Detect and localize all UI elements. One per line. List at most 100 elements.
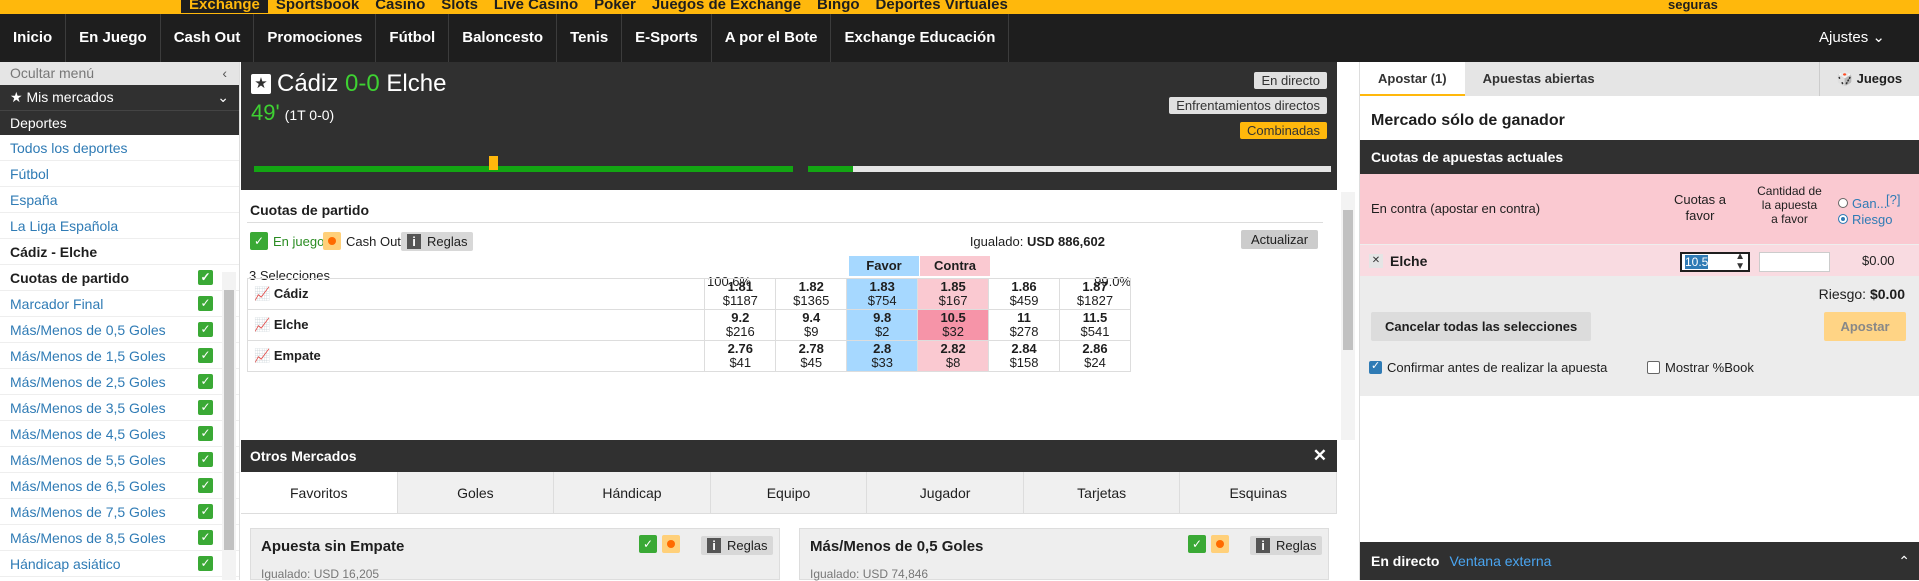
odds-cell[interactable]: 9.4 $9 [775,309,848,341]
nav-inicio[interactable]: Inicio [0,14,67,62]
tab-exchange[interactable]: Exchange [181,0,268,13]
cancel-all-button[interactable]: Cancelar todas las selecciones [1371,312,1592,341]
sidebar-scrollbar[interactable] [222,272,236,580]
help-link[interactable]: [?] [1886,192,1900,207]
lay-odds-cell[interactable]: 1.85 $167 [917,278,990,310]
sidebar-match[interactable]: Cádiz - Elche [0,239,239,265]
tab-place-bet[interactable]: Apostar (1) [1360,62,1465,96]
combos-button[interactable]: Combinadas [1240,122,1327,139]
sidebar-market-item[interactable]: Cuotas de partido ✓ [0,265,239,291]
tab-deportes-virtuales[interactable]: Deportes Virtuales [868,0,1016,13]
stake-input[interactable] [1759,252,1830,272]
nav-esports[interactable]: E-Sports [622,14,712,62]
sidebar-link-todos[interactable]: Todos los deportes [0,135,239,161]
back-odds-cell[interactable]: 1.83 $754 [846,278,919,310]
sidebar-link-espana[interactable]: España [0,187,239,213]
sidebar-market-item[interactable]: Más/Menos de 2,5 Goles ✓ [0,369,239,395]
tab-favoritos[interactable]: Favoritos [241,472,398,513]
close-icon[interactable]: ✕ [1313,440,1327,472]
sidebar-market-item[interactable]: Más/Menos de 1,5 Goles ✓ [0,343,239,369]
lay-odds-cell[interactable]: 2.82 $8 [917,340,990,372]
tab-live-casino[interactable]: Live Casino [486,0,586,13]
confirm-checkbox[interactable]: Confirmar antes de realizar la apuesta [1369,359,1607,375]
sidebar-market-item[interactable]: Más/Menos de 6,5 Goles ✓ [0,473,239,499]
nav-tenis[interactable]: Tenis [557,14,623,62]
runner-name[interactable]: 📈 Cádiz [246,278,706,310]
rules-button[interactable]: i Reglas [1250,536,1323,555]
rules-button[interactable]: i Reglas [401,232,474,251]
sidebar-market-item[interactable]: Hándicap asiático ✓ [0,551,239,577]
tab-jugador[interactable]: Jugador [867,472,1024,513]
sidebar-market-item[interactable]: Más/Menos de 4,5 Goles ✓ [0,421,239,447]
nav-a-por-el-bote[interactable]: A por el Bote [712,14,832,62]
ajustes-menu[interactable]: Ajustes ⌄ [1819,14,1919,62]
tab-esquinas[interactable]: Esquinas [1180,472,1338,513]
lay-odds-cell-selected[interactable]: 10.5 $32 [917,309,990,341]
scrollbar-thumb[interactable] [1343,210,1353,350]
odds-stepper[interactable]: 10.5 ▲ ▼ [1680,252,1750,272]
nav-promociones[interactable]: Promociones [254,14,377,62]
tab-sportsbook[interactable]: Sportsbook [268,0,367,13]
odds-cell[interactable]: 2.84 $158 [988,340,1060,372]
sidebar-market-item[interactable]: Más/Menos de 7,5 Goles ✓ [0,499,239,525]
sidebar-market-item[interactable]: Marcador Final ✓ [0,291,239,317]
scrollbar-thumb[interactable] [224,290,234,550]
back-odds-cell[interactable]: 2.8 $33 [846,340,919,372]
odds-cell[interactable]: 9.2 $216 [704,309,777,341]
head-to-head-button[interactable]: Enfrentamientos directos [1169,97,1327,114]
tab-bingo[interactable]: Bingo [809,0,868,13]
tab-equipo[interactable]: Equipo [711,472,868,513]
live-button[interactable]: En directo [1254,72,1327,89]
tab-tarjetas[interactable]: Tarjetas [1024,472,1181,513]
tab-juegos-exchange[interactable]: Juegos de Exchange [644,0,809,13]
remove-bet-icon[interactable]: ✕ [1369,254,1383,268]
nav-baloncesto[interactable]: Baloncesto [449,14,558,62]
odds-cell[interactable]: 11.5 $541 [1058,309,1132,341]
chart-icon[interactable]: 📈 [254,286,270,301]
chart-icon[interactable]: 📈 [254,348,270,363]
star-icon[interactable]: ★ [251,74,271,94]
radio-gan[interactable]: Gan... [1838,196,1892,212]
tab-slots[interactable]: Slots [433,0,486,13]
hide-menu-button[interactable]: Ocultar menú ‹ [0,62,239,85]
my-markets-toggle[interactable]: ★ Mis mercados ⌄ [0,85,239,110]
sidebar-link-laliga[interactable]: La Liga Española [0,213,239,239]
tab-poker[interactable]: Poker [586,0,644,13]
odds-cell[interactable]: 1.81 $1187 [704,278,777,310]
odds-cell[interactable]: 11 $278 [988,309,1060,341]
odds-cell[interactable]: 1.87 $1827 [1058,278,1132,310]
market-card[interactable]: Más/Menos de 0,5 Goles ✓ i Reglas Igualad… [799,528,1329,581]
odds-cell[interactable]: 1.86 $459 [988,278,1060,310]
sidebar-market-item[interactable]: Más/Menos de 3,5 Goles ✓ [0,395,239,421]
runner-name[interactable]: 📈 Empate [246,340,706,372]
sidebar-market-item[interactable]: Más/Menos de 5,5 Goles ✓ [0,447,239,473]
back-odds-cell[interactable]: 9.8 $2 [846,309,919,341]
odds-cell[interactable]: 2.86 $24 [1058,340,1132,372]
nav-en-juego[interactable]: En Juego [66,14,161,62]
tab-goles[interactable]: Goles [398,472,555,513]
tab-handicap[interactable]: Hándicap [554,472,711,513]
sidebar-link-futbol[interactable]: Fútbol [0,161,239,187]
odds-cell[interactable]: 2.76 $41 [704,340,777,372]
chevron-up-icon[interactable]: ⌃ [1898,542,1910,580]
tab-casino[interactable]: Casino [367,0,433,13]
external-window-link[interactable]: Ventana externa [1449,553,1551,569]
nav-cash-out[interactable]: Cash Out [161,14,255,62]
refresh-button[interactable]: Actualizar [1241,230,1319,249]
sidebar-market-item[interactable]: Más/Menos de 0,5 Goles ✓ [0,317,239,343]
odds-cell[interactable]: 2.78 $45 [775,340,848,372]
nav-futbol[interactable]: Fútbol [376,14,450,62]
games-button[interactable]: 🎲 Juegos [1819,62,1919,96]
market-card[interactable]: Apuesta sin Empate ✓ i Reglas Igualado: U… [250,528,780,581]
sidebar-market-item[interactable]: Más/Menos de 8,5 Goles ✓ [0,525,239,551]
rules-button[interactable]: i Reglas [701,536,774,555]
stepper-arrows-icon[interactable]: ▲ ▼ [1735,252,1745,272]
nav-exchange-educacion[interactable]: Exchange Educación [831,14,1010,62]
odds-cell[interactable]: 1.82 $1365 [775,278,848,310]
topbar-right-text[interactable]: seguras [1668,0,1718,13]
chart-icon[interactable]: 📈 [254,317,270,332]
runner-name[interactable]: 📈 Elche [246,309,706,341]
show-book-checkbox[interactable]: Mostrar %Book [1647,360,1754,375]
radio-riesgo[interactable]: Riesgo [1838,212,1892,228]
place-bet-button[interactable]: Apostar [1824,312,1906,341]
